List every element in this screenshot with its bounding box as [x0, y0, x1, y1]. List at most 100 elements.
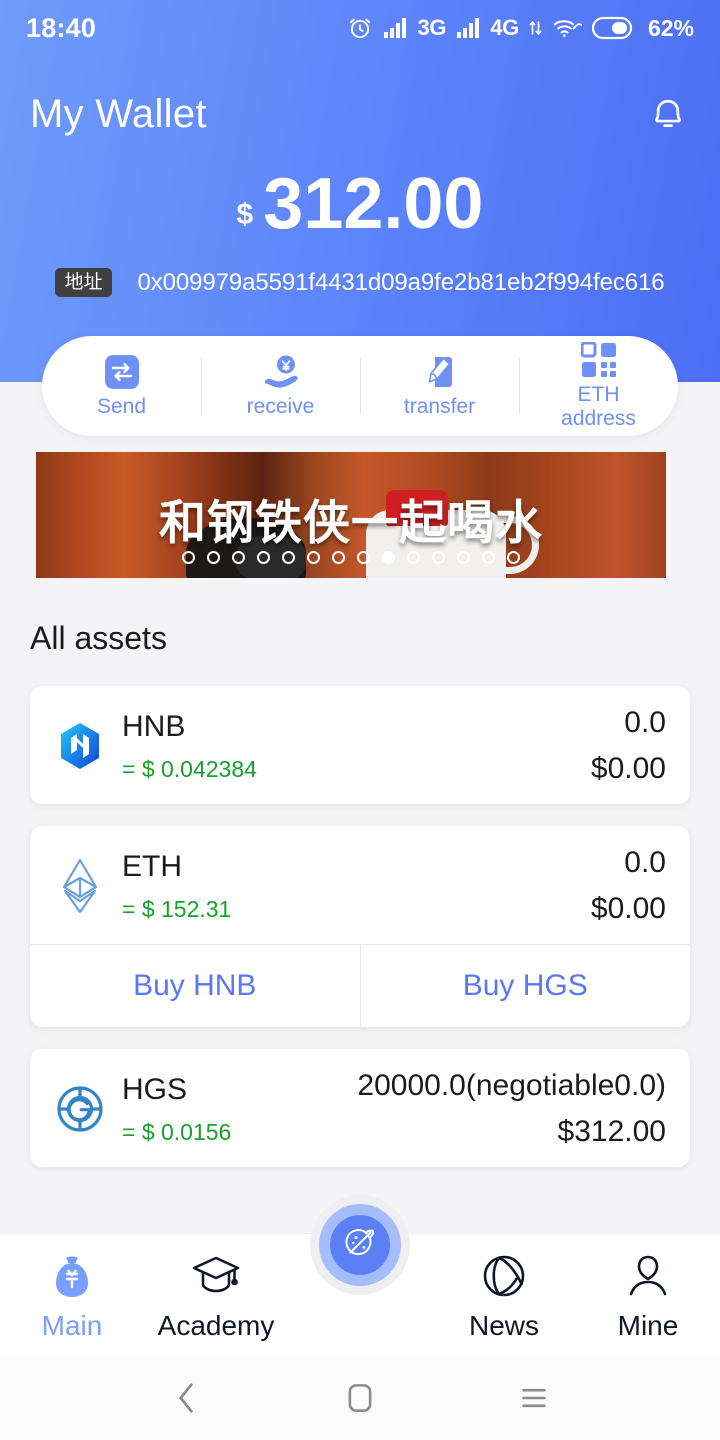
- title-row: My Wallet: [0, 78, 720, 150]
- action-eth-address-label: ETH address: [561, 383, 636, 430]
- action-receive[interactable]: receive: [201, 336, 360, 436]
- asset-quantity: 0.0: [624, 846, 666, 879]
- carousel-dot[interactable]: [507, 551, 520, 564]
- hnb-token-icon: [50, 720, 110, 772]
- tab-mine[interactable]: Mine: [576, 1248, 720, 1342]
- asset-symbol: ETH: [122, 849, 182, 883]
- carousel-dot[interactable]: [407, 551, 420, 564]
- wallet-address-row[interactable]: 地址 0x009979a5591f4431d09a9fe2b81eb2f994f…: [0, 268, 720, 297]
- asset-price: = $ 0.0156: [122, 1118, 232, 1145]
- tab-news[interactable]: News: [432, 1248, 576, 1342]
- action-send[interactable]: Send: [42, 336, 201, 436]
- tab-main[interactable]: Main: [0, 1248, 144, 1342]
- alarm-icon: [347, 15, 373, 41]
- asset-info: ETH = $ 152.31: [122, 849, 232, 922]
- tab-academy[interactable]: Academy: [144, 1248, 288, 1342]
- android-navigation-bar: [0, 1355, 720, 1440]
- table-row[interactable]: HNB = $ 0.042384 0.0 $0.00: [30, 686, 690, 804]
- asset-info: HGS = $ 0.0156: [122, 1072, 232, 1145]
- promo-banner[interactable]: 和钢铁侠一起喝水: [36, 452, 666, 578]
- asset-values: 0.0 $0.00: [591, 848, 666, 924]
- asset-card-hgs[interactable]: HGS = $ 0.0156 20000.0(negotiable0.0) $3…: [30, 1049, 690, 1167]
- action-send-label: Send: [96, 395, 147, 419]
- swap-icon: [104, 353, 140, 391]
- status-icons: 3G 4G 62%: [347, 15, 694, 42]
- asset-info: HNB = $ 0.042384: [122, 709, 257, 782]
- asset-symbol: HGS: [122, 1072, 188, 1106]
- qr-code-icon: [580, 341, 617, 379]
- asset-values: 20000.0(negotiable0.0) $312.00: [357, 1071, 666, 1147]
- graduation-cap-icon: [190, 1248, 242, 1304]
- back-icon[interactable]: [159, 1371, 213, 1425]
- discover-fab-button[interactable]: [330, 1215, 390, 1275]
- carousel-dot[interactable]: [332, 551, 345, 564]
- network-3g-label: 3G: [417, 15, 447, 40]
- balance-amount: 312.00: [263, 164, 484, 244]
- tab-main-label: Main: [41, 1309, 103, 1341]
- asset-price: = $ 152.31: [122, 895, 232, 922]
- menu-icon[interactable]: [507, 1371, 561, 1425]
- planet-icon: [341, 1224, 379, 1267]
- assets-section-title: All assets: [30, 620, 167, 656]
- carousel-dot[interactable]: [232, 551, 245, 564]
- buy-hnb-button[interactable]: Buy HNB: [30, 945, 360, 1027]
- carousel-dot[interactable]: [282, 551, 295, 564]
- asset-value: $0.00: [590, 752, 666, 785]
- quick-actions-bar: Send receive transfer ETH address: [42, 336, 678, 436]
- network-4g-label: 4G: [490, 15, 519, 40]
- action-eth-address[interactable]: ETH address: [519, 336, 678, 436]
- action-transfer[interactable]: transfer: [360, 336, 519, 436]
- page-title: My Wallet: [30, 91, 207, 136]
- hgs-token-icon: [50, 1083, 110, 1135]
- signal-bars-icon-2: [456, 17, 480, 39]
- buy-hgs-button[interactable]: Buy HGS: [359, 945, 691, 1027]
- carousel-dot[interactable]: [357, 551, 370, 564]
- signal-bars-icon-1: [383, 17, 407, 39]
- battery-percent: 62%: [647, 14, 694, 41]
- asset-value: $0.00: [590, 892, 666, 925]
- data-arrows-icon: [529, 19, 542, 37]
- address-badge-label: 地址: [55, 268, 112, 297]
- money-bag-icon: [50, 1248, 94, 1304]
- card-pen-icon: [422, 353, 458, 391]
- person-icon: [625, 1248, 671, 1304]
- status-time: 18:40: [26, 12, 97, 43]
- eth-token-icon: [50, 856, 110, 916]
- carousel-dot[interactable]: [182, 551, 195, 564]
- asset-quantity: 0.0: [624, 706, 666, 739]
- banner-headline: 和钢铁侠一起喝水: [159, 496, 543, 551]
- action-receive-label: receive: [246, 395, 315, 419]
- status-bar: 18:40 3G 4G 62%: [0, 0, 720, 56]
- asset-card-hnb[interactable]: HNB = $ 0.042384 0.0 $0.00: [30, 686, 690, 804]
- wallet-header: 18:40 3G 4G 62% My Wallet $ 312.00 地址 0x…: [0, 0, 720, 382]
- home-icon[interactable]: [333, 1371, 387, 1425]
- carousel-dot[interactable]: [382, 551, 395, 564]
- carousel-dots[interactable]: [36, 551, 666, 564]
- action-transfer-label: transfer: [403, 395, 476, 419]
- balance-currency-symbol: $: [236, 198, 254, 231]
- carousel-dot[interactable]: [432, 551, 445, 564]
- carousel-dot[interactable]: [207, 551, 220, 564]
- asset-price: = $ 0.042384: [122, 755, 257, 782]
- carousel-dot[interactable]: [482, 551, 495, 564]
- assets-list: HNB = $ 0.042384 0.0 $0.00 ETH = $ 152.3…: [0, 686, 720, 1189]
- table-row[interactable]: ETH = $ 152.31 0.0 $0.00: [30, 826, 690, 944]
- wallet-address-text: 0x009979a5591f4431d09a9fe2b81eb2f994fec6…: [137, 268, 665, 296]
- asset-card-eth[interactable]: ETH = $ 152.31 0.0 $0.00 Buy HNB Buy HGS: [30, 826, 690, 1027]
- carousel-dot[interactable]: [457, 551, 470, 564]
- carousel-dot[interactable]: [307, 551, 320, 564]
- balance-display: $ 312.00: [0, 168, 720, 240]
- tab-mine-label: Mine: [617, 1309, 679, 1341]
- battery-icon: [591, 16, 634, 40]
- asset-values: 0.0 $0.00: [591, 708, 666, 784]
- asset-quantity: 20000.0(negotiable0.0): [357, 1069, 666, 1102]
- notification-bell-icon[interactable]: [646, 89, 690, 140]
- tab-news-label: News: [468, 1309, 539, 1341]
- carousel-dot[interactable]: [257, 551, 270, 564]
- table-row[interactable]: HGS = $ 0.0156 20000.0(negotiable0.0) $3…: [30, 1049, 690, 1167]
- asset-value: $312.00: [557, 1115, 666, 1148]
- globe-icon: [480, 1248, 528, 1304]
- tab-academy-label: Academy: [157, 1309, 275, 1341]
- asset-symbol: HNB: [122, 709, 186, 743]
- buy-actions: Buy HNB Buy HGS: [30, 944, 690, 1027]
